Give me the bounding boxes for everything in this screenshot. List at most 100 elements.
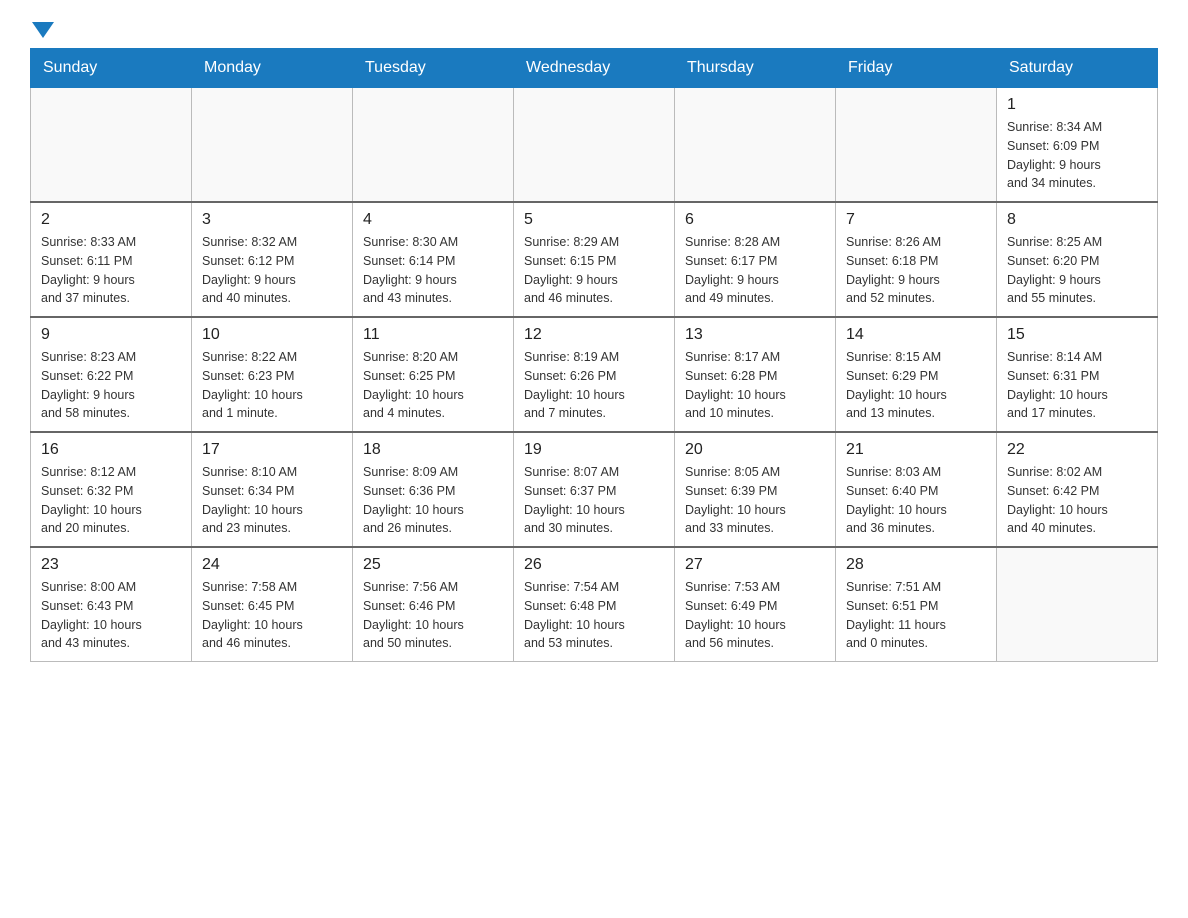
header-row: SundayMondayTuesdayWednesdayThursdayFrid… — [31, 49, 1158, 88]
day-number: 1 — [1007, 96, 1147, 114]
day-number: 18 — [363, 441, 503, 459]
day-info: Sunrise: 8:10 AM Sunset: 6:34 PM Dayligh… — [202, 463, 342, 538]
header-day-sunday: Sunday — [31, 49, 192, 88]
header-day-saturday: Saturday — [997, 49, 1158, 88]
calendar-cell: 2 Sunrise: 8:33 AM Sunset: 6:11 PM Daylig… — [31, 202, 192, 317]
day-info: Sunrise: 8:25 AM Sunset: 6:20 PM Dayligh… — [1007, 233, 1147, 308]
day-number: 13 — [685, 326, 825, 344]
calendar-cell: 6 Sunrise: 8:28 AM Sunset: 6:17 PM Daylig… — [675, 202, 836, 317]
calendar-cell: 26 Sunrise: 7:54 AM Sunset: 6:48 PM Dayli… — [514, 547, 675, 662]
calendar-cell: 13 Sunrise: 8:17 AM Sunset: 6:28 PM Dayli… — [675, 317, 836, 432]
header-day-friday: Friday — [836, 49, 997, 88]
calendar-table: SundayMondayTuesdayWednesdayThursdayFrid… — [30, 48, 1158, 662]
day-number: 5 — [524, 211, 664, 229]
day-info: Sunrise: 8:12 AM Sunset: 6:32 PM Dayligh… — [41, 463, 181, 538]
day-number: 16 — [41, 441, 181, 459]
day-number: 10 — [202, 326, 342, 344]
calendar-cell: 18 Sunrise: 8:09 AM Sunset: 6:36 PM Dayli… — [353, 432, 514, 547]
calendar-cell: 17 Sunrise: 8:10 AM Sunset: 6:34 PM Dayli… — [192, 432, 353, 547]
day-number: 17 — [202, 441, 342, 459]
day-info: Sunrise: 8:00 AM Sunset: 6:43 PM Dayligh… — [41, 578, 181, 653]
calendar-cell: 21Sunrise: 8:03 AM Sunset: 6:40 PM Dayli… — [836, 432, 997, 547]
day-info: Sunrise: 8:14 AM Sunset: 6:31 PM Dayligh… — [1007, 348, 1147, 423]
calendar-cell — [836, 88, 997, 203]
day-info: Sunrise: 7:51 AM Sunset: 6:51 PM Dayligh… — [846, 578, 986, 653]
calendar-cell: 4 Sunrise: 8:30 AM Sunset: 6:14 PM Daylig… — [353, 202, 514, 317]
day-number: 19 — [524, 441, 664, 459]
calendar-cell — [997, 547, 1158, 662]
day-number: 9 — [41, 326, 181, 344]
day-info: Sunrise: 8:30 AM Sunset: 6:14 PM Dayligh… — [363, 233, 503, 308]
calendar-week-3: 9Sunrise: 8:23 AM Sunset: 6:22 PM Daylig… — [31, 317, 1158, 432]
calendar-cell: 25Sunrise: 7:56 AM Sunset: 6:46 PM Dayli… — [353, 547, 514, 662]
calendar-cell: 24 Sunrise: 7:58 AM Sunset: 6:45 PM Dayli… — [192, 547, 353, 662]
day-number: 23 — [41, 556, 181, 574]
calendar-cell: 28 Sunrise: 7:51 AM Sunset: 6:51 PM Dayli… — [836, 547, 997, 662]
calendar-week-1: 1 Sunrise: 8:34 AM Sunset: 6:09 PM Daylig… — [31, 88, 1158, 203]
calendar-header: SundayMondayTuesdayWednesdayThursdayFrid… — [31, 49, 1158, 88]
day-number: 12 — [524, 326, 664, 344]
calendar-body: 1 Sunrise: 8:34 AM Sunset: 6:09 PM Daylig… — [31, 88, 1158, 662]
day-info: Sunrise: 7:58 AM Sunset: 6:45 PM Dayligh… — [202, 578, 342, 653]
logo-line1 — [30, 20, 54, 36]
calendar-cell: 7 Sunrise: 8:26 AM Sunset: 6:18 PM Daylig… — [836, 202, 997, 317]
calendar-cell: 14Sunrise: 8:15 AM Sunset: 6:29 PM Dayli… — [836, 317, 997, 432]
day-number: 22 — [1007, 441, 1147, 459]
day-info: Sunrise: 8:03 AM Sunset: 6:40 PM Dayligh… — [846, 463, 986, 538]
day-info: Sunrise: 7:53 AM Sunset: 6:49 PM Dayligh… — [685, 578, 825, 653]
day-number: 4 — [363, 211, 503, 229]
calendar-cell: 23 Sunrise: 8:00 AM Sunset: 6:43 PM Dayli… — [31, 547, 192, 662]
day-number: 14 — [846, 326, 986, 344]
calendar-cell: 1 Sunrise: 8:34 AM Sunset: 6:09 PM Daylig… — [997, 88, 1158, 203]
day-number: 26 — [524, 556, 664, 574]
day-info: Sunrise: 8:32 AM Sunset: 6:12 PM Dayligh… — [202, 233, 342, 308]
calendar-cell: 8 Sunrise: 8:25 AM Sunset: 6:20 PM Daylig… — [997, 202, 1158, 317]
calendar-week-5: 23 Sunrise: 8:00 AM Sunset: 6:43 PM Dayli… — [31, 547, 1158, 662]
day-info: Sunrise: 8:09 AM Sunset: 6:36 PM Dayligh… — [363, 463, 503, 538]
day-number: 7 — [846, 211, 986, 229]
header-day-monday: Monday — [192, 49, 353, 88]
day-info: Sunrise: 8:26 AM Sunset: 6:18 PM Dayligh… — [846, 233, 986, 308]
day-info: Sunrise: 8:33 AM Sunset: 6:11 PM Dayligh… — [41, 233, 181, 308]
day-number: 20 — [685, 441, 825, 459]
day-number: 27 — [685, 556, 825, 574]
day-info: Sunrise: 8:17 AM Sunset: 6:28 PM Dayligh… — [685, 348, 825, 423]
day-number: 3 — [202, 211, 342, 229]
calendar-cell — [353, 88, 514, 203]
day-number: 8 — [1007, 211, 1147, 229]
day-number: 6 — [685, 211, 825, 229]
calendar-cell: 9Sunrise: 8:23 AM Sunset: 6:22 PM Daylig… — [31, 317, 192, 432]
header-day-wednesday: Wednesday — [514, 49, 675, 88]
calendar-cell — [192, 88, 353, 203]
day-info: Sunrise: 8:34 AM Sunset: 6:09 PM Dayligh… — [1007, 118, 1147, 193]
calendar-cell: 16 Sunrise: 8:12 AM Sunset: 6:32 PM Dayli… — [31, 432, 192, 547]
day-number: 15 — [1007, 326, 1147, 344]
calendar-cell — [514, 88, 675, 203]
day-info: Sunrise: 8:05 AM Sunset: 6:39 PM Dayligh… — [685, 463, 825, 538]
logo — [30, 20, 54, 32]
day-info: Sunrise: 8:02 AM Sunset: 6:42 PM Dayligh… — [1007, 463, 1147, 538]
day-info: Sunrise: 8:19 AM Sunset: 6:26 PM Dayligh… — [524, 348, 664, 423]
calendar-cell — [675, 88, 836, 203]
calendar-cell — [31, 88, 192, 203]
header — [30, 20, 1158, 32]
calendar-cell: 19 Sunrise: 8:07 AM Sunset: 6:37 PM Dayli… — [514, 432, 675, 547]
calendar-cell: 10 Sunrise: 8:22 AM Sunset: 6:23 PM Dayli… — [192, 317, 353, 432]
day-info: Sunrise: 8:07 AM Sunset: 6:37 PM Dayligh… — [524, 463, 664, 538]
calendar-cell: 5Sunrise: 8:29 AM Sunset: 6:15 PM Daylig… — [514, 202, 675, 317]
calendar-cell: 27 Sunrise: 7:53 AM Sunset: 6:49 PM Dayli… — [675, 547, 836, 662]
day-number: 28 — [846, 556, 986, 574]
calendar-week-2: 2 Sunrise: 8:33 AM Sunset: 6:11 PM Daylig… — [31, 202, 1158, 317]
day-number: 24 — [202, 556, 342, 574]
day-info: Sunrise: 7:54 AM Sunset: 6:48 PM Dayligh… — [524, 578, 664, 653]
day-info: Sunrise: 8:20 AM Sunset: 6:25 PM Dayligh… — [363, 348, 503, 423]
calendar-cell: 22 Sunrise: 8:02 AM Sunset: 6:42 PM Dayli… — [997, 432, 1158, 547]
day-info: Sunrise: 8:22 AM Sunset: 6:23 PM Dayligh… — [202, 348, 342, 423]
day-number: 25 — [363, 556, 503, 574]
calendar-cell: 3 Sunrise: 8:32 AM Sunset: 6:12 PM Daylig… — [192, 202, 353, 317]
header-day-tuesday: Tuesday — [353, 49, 514, 88]
day-info: Sunrise: 8:28 AM Sunset: 6:17 PM Dayligh… — [685, 233, 825, 308]
day-number: 2 — [41, 211, 181, 229]
calendar-cell: 20 Sunrise: 8:05 AM Sunset: 6:39 PM Dayli… — [675, 432, 836, 547]
day-number: 11 — [363, 326, 503, 344]
